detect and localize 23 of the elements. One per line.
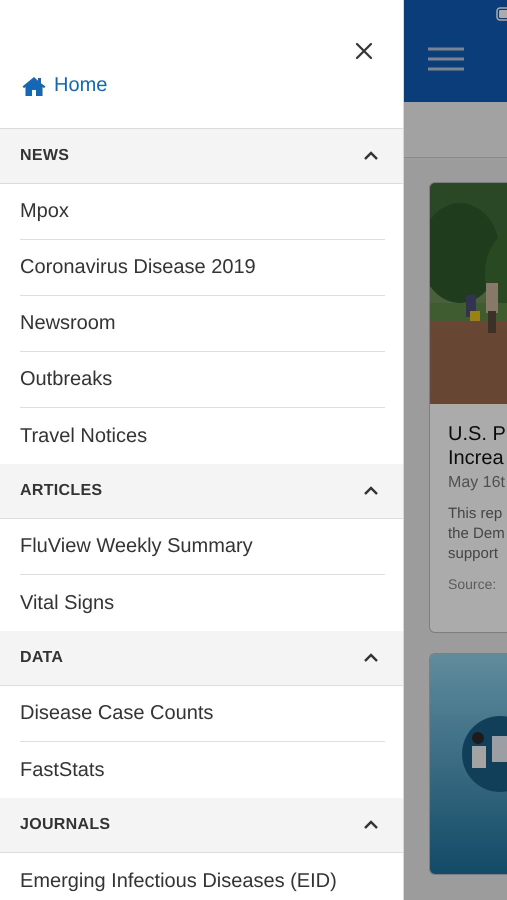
section-header[interactable]: NEWS <box>0 129 403 184</box>
article-summary: This rep the Dem support <box>448 504 506 564</box>
menu-icon[interactable] <box>428 47 464 71</box>
menu-item[interactable]: FastStats <box>20 742 403 798</box>
menu-item[interactable]: FluView Weekly Summary <box>20 519 385 575</box>
article-source: Source: <box>448 576 498 592</box>
menu-item[interactable]: Emerging Infectious Diseases (EID) <box>20 853 403 900</box>
section-header[interactable]: JOURNALS <box>0 798 403 853</box>
section-header[interactable]: DATA <box>0 631 403 686</box>
menu-item[interactable]: Mpox <box>20 184 385 240</box>
menu-item[interactable]: Travel Notices <box>20 408 403 464</box>
home-icon <box>22 76 46 96</box>
menu-item[interactable]: Vital Signs <box>20 575 403 631</box>
close-icon <box>355 42 373 60</box>
news-card[interactable]: U.S. P Increa May 16t This rep the Dem support Source: <box>429 182 507 633</box>
section-header[interactable]: ARTICLES <box>0 464 403 519</box>
article-title: U.S. P Increa <box>448 422 507 470</box>
menu-item[interactable]: Coronavirus Disease 2019 <box>20 240 385 296</box>
menu-item[interactable]: Newsroom <box>20 296 385 352</box>
home-link[interactable]: Home <box>22 74 108 97</box>
article-date: May 16t <box>448 474 506 492</box>
menu-item[interactable]: Disease Case Counts <box>20 686 385 742</box>
menu-item[interactable]: Outbreaks <box>20 352 385 408</box>
